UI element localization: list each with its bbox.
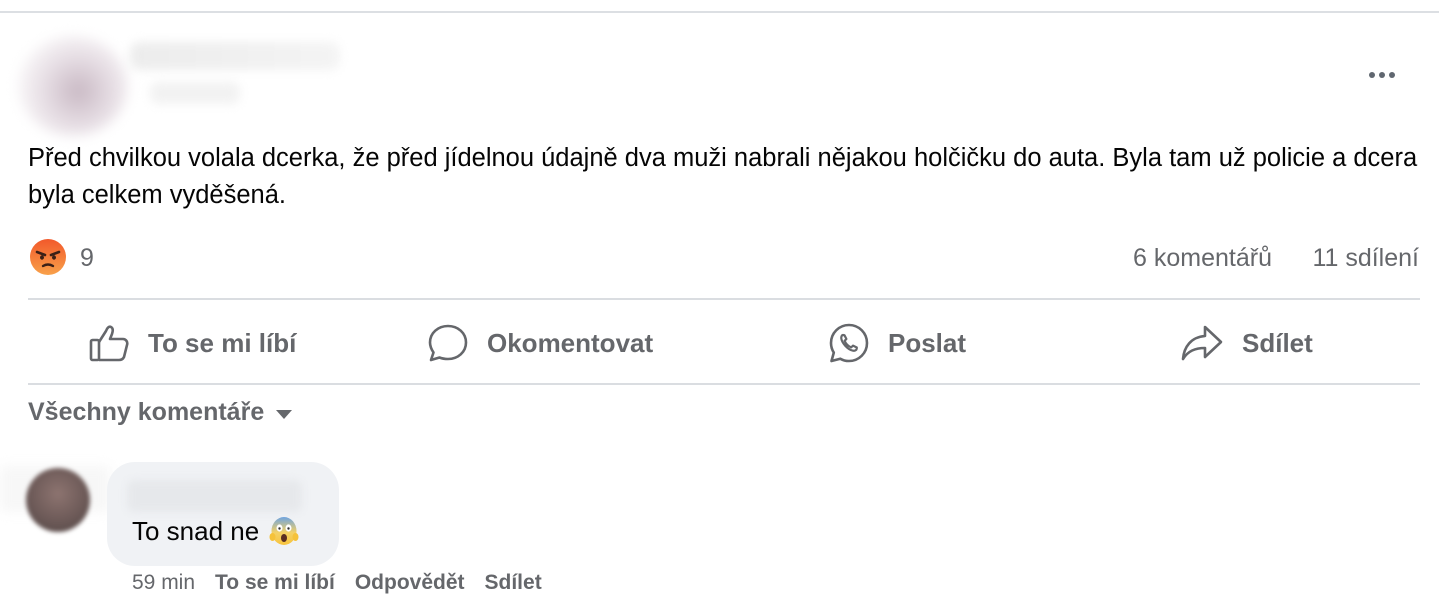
comment-like-link[interactable]: To se mi líbí [215,571,335,595]
reaction-count[interactable]: 9 [80,242,94,274]
shares-count[interactable]: 11 sdílení [1312,242,1419,274]
comment-label: Okomentovat [487,327,654,358]
comment-button[interactable]: Okomentovat [427,318,653,368]
comments-filter-dropdown[interactable]: Všechny komentáře [28,398,293,427]
comment-time[interactable]: 59 min [132,571,195,595]
more-dot-icon [1369,72,1375,78]
comment-bubble-icon [427,323,469,363]
caret-down-icon [276,409,293,419]
send-button[interactable]: Poslat [828,318,966,368]
comment-text-label: To snad ne [132,516,260,546]
author-name-blurred[interactable] [130,42,340,70]
share-label: Sdílet [1242,327,1313,358]
comment-reply-link[interactable]: Odpovědět [355,571,465,595]
like-button[interactable]: To se mi líbí [88,318,296,368]
send-label: Poslat [888,327,967,358]
comments-count[interactable]: 6 komentářů [1133,242,1272,274]
more-dot-icon [1389,72,1395,78]
angry-reaction-icon[interactable] [28,237,68,277]
whatsapp-icon [828,322,870,364]
post-text: Před chvilkou volala dcerka, že před jíd… [28,144,1418,209]
face-screaming-in-fear-icon [269,516,299,546]
thumbs-up-icon [88,323,130,363]
more-dot-icon [1379,72,1385,78]
share-button[interactable]: Sdílet [1180,318,1313,368]
author-avatar[interactable] [18,36,128,136]
post-meta-blurred [150,82,240,104]
top-divider [0,11,1439,13]
comments-filter-label: Všechny komentáře [28,398,265,426]
commenter-name-blurred[interactable] [127,480,302,512]
divider [28,383,1420,385]
comment-share-link[interactable]: Sdílet [485,571,542,595]
more-options-button[interactable] [1362,60,1402,90]
comment-meta: 59 min To se mi líbí Odpovědět Sdílet [132,571,542,595]
commenter-avatar[interactable] [26,468,90,532]
like-label: To se mi líbí [148,327,297,358]
divider [28,298,1420,300]
share-arrow-icon [1180,323,1224,363]
comment-text: To snad ne [132,514,299,548]
